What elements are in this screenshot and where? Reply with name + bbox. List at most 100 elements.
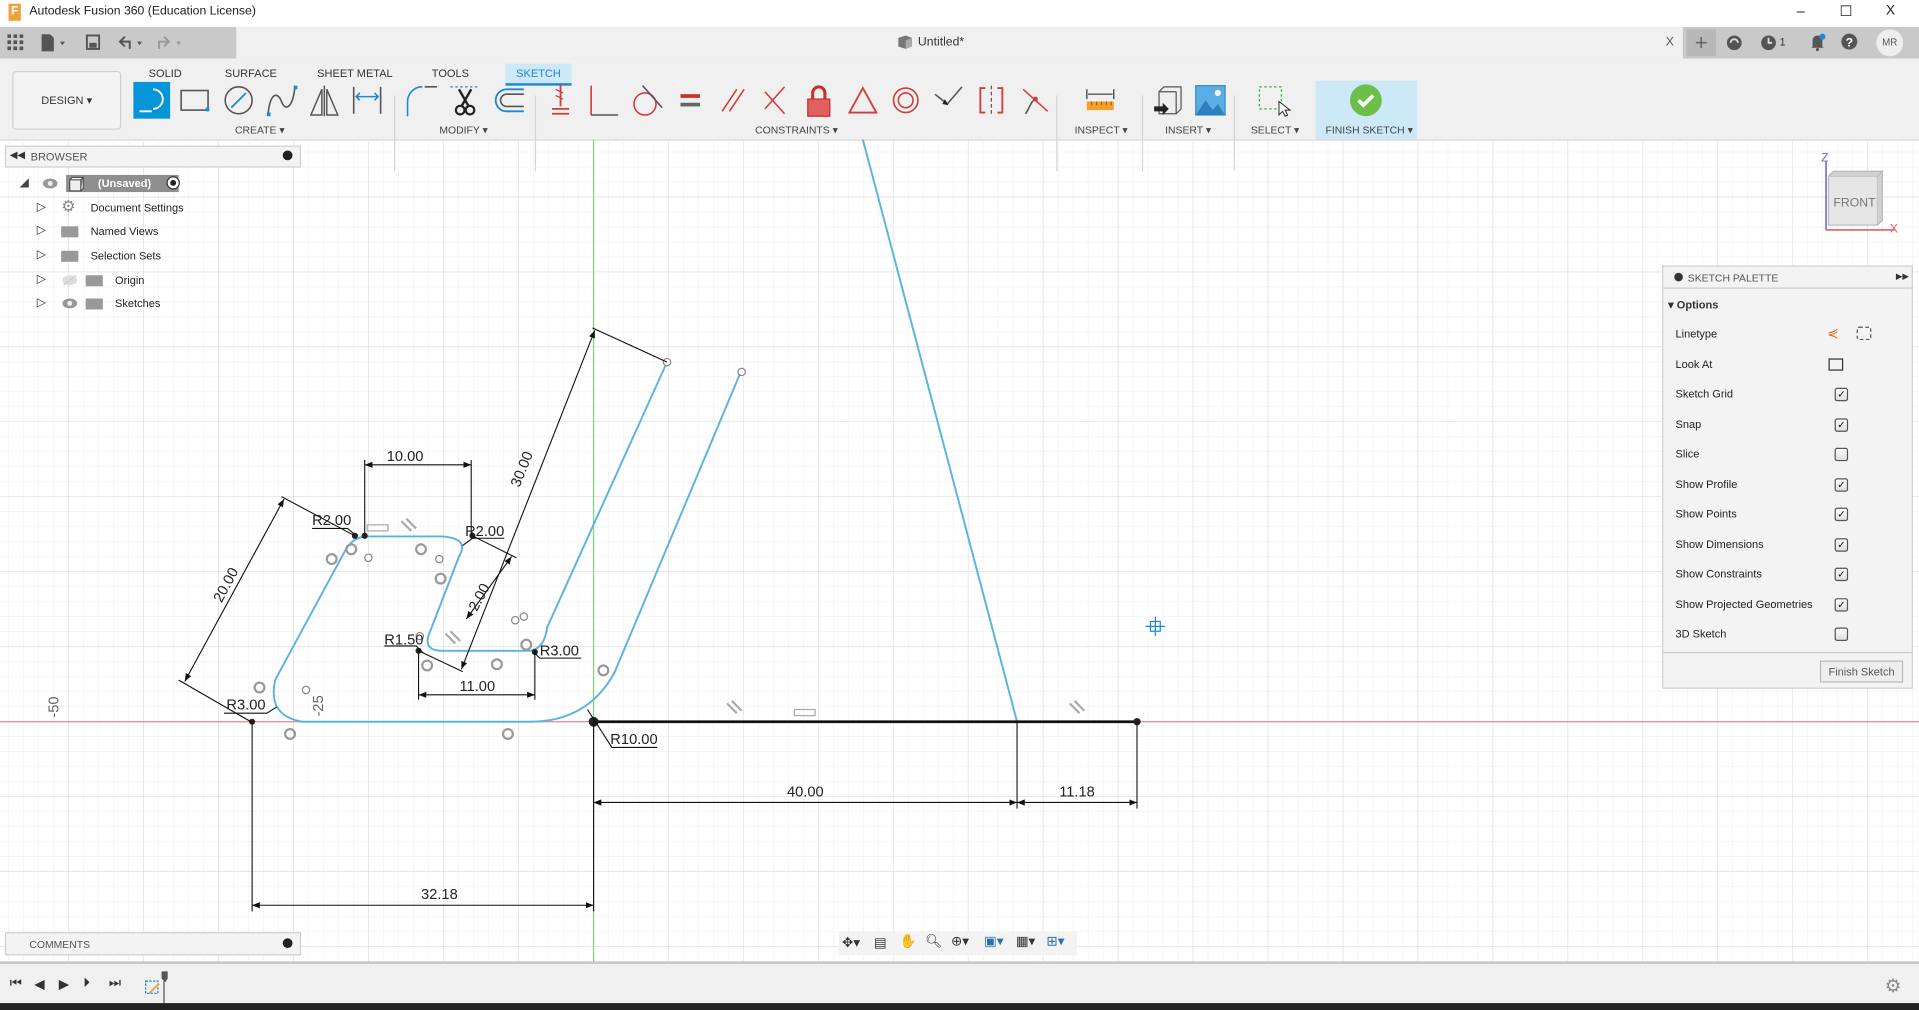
- collapse-triangle-icon[interactable]: ◢: [20, 172, 29, 194]
- spline-tool-button[interactable]: [263, 82, 300, 119]
- constraints-menu[interactable]: CONSTRAINTS ▾: [755, 124, 838, 137]
- help-icon[interactable]: ?: [1841, 33, 1858, 50]
- expand-triangle-icon[interactable]: ▷: [37, 245, 46, 267]
- display-settings-icon[interactable]: ▣▾: [984, 933, 1003, 950]
- tab-tools[interactable]: TOOLS: [426, 64, 475, 84]
- document-tab[interactable]: Untitled* X: [236, 26, 1683, 59]
- checkbox[interactable]: [1834, 447, 1849, 462]
- dimension-label[interactable]: R2.00: [312, 513, 351, 529]
- fit-icon[interactable]: ⊕▾: [951, 933, 969, 950]
- construction-linetype-icon[interactable]: ⋞: [1827, 325, 1838, 342]
- insert-derive-button[interactable]: [1149, 82, 1186, 119]
- pan-icon[interactable]: ✋: [900, 933, 917, 950]
- browser-options-icon[interactable]: [282, 150, 293, 161]
- checkbox[interactable]: [1834, 627, 1849, 642]
- play-button[interactable]: ▶: [59, 976, 69, 992]
- minimize-button[interactable]: –: [1797, 2, 1805, 19]
- dimension-tool-button[interactable]: [349, 82, 386, 119]
- workspace-switcher[interactable]: DESIGN ▾: [12, 70, 122, 130]
- select-tool-button[interactable]: [1254, 82, 1292, 119]
- midpoint-constraint-button[interactable]: [844, 82, 881, 119]
- zoom-icon[interactable]: 🔍︎: [925, 933, 942, 950]
- browser-item-origin[interactable]: ▷ Origin: [37, 269, 233, 291]
- tab-surface[interactable]: SURFACE: [220, 64, 281, 84]
- measure-tool-button[interactable]: [1082, 82, 1119, 119]
- extensions-icon[interactable]: [1726, 34, 1743, 51]
- coincident-point-button[interactable]: [930, 82, 967, 119]
- concentric-constraint-button[interactable]: [887, 82, 924, 119]
- close-tab-button[interactable]: X: [1666, 35, 1674, 48]
- collapse-browser-icon[interactable]: ◀◀: [10, 149, 25, 160]
- dimension-label[interactable]: R10.00: [610, 732, 657, 748]
- eye-hidden-icon[interactable]: [61, 274, 78, 286]
- options-section-toggle[interactable]: ▾ Options: [1668, 298, 1718, 311]
- apps-grid-icon[interactable]: [7, 34, 24, 51]
- collinear-constraint-button[interactable]: [585, 82, 622, 119]
- job-status-icon[interactable]: [1760, 34, 1777, 51]
- checkbox[interactable]: ✓: [1834, 417, 1849, 432]
- dimension-label[interactable]: 32.18: [421, 887, 458, 903]
- activate-radio[interactable]: [166, 176, 180, 190]
- step-forward-button[interactable]: ⏵: [83, 976, 90, 992]
- look-at-icon[interactable]: [1828, 357, 1844, 371]
- expand-triangle-icon[interactable]: ▷: [37, 269, 46, 291]
- checkbox[interactable]: ✓: [1834, 537, 1849, 552]
- view-cube-face-front[interactable]: FRONT: [1833, 197, 1875, 210]
- centerline-linetype-icon[interactable]: [1856, 326, 1872, 341]
- insert-image-button[interactable]: [1192, 82, 1229, 119]
- dimension-label[interactable]: 11.18: [1059, 784, 1095, 800]
- modify-menu[interactable]: MODIFY ▾: [439, 124, 487, 137]
- checkbox[interactable]: ✓: [1834, 477, 1849, 492]
- checkbox[interactable]: ✓: [1834, 387, 1849, 402]
- tab-sheet-metal[interactable]: SHEET METAL: [312, 64, 398, 84]
- go-to-start-button[interactable]: ⏮: [10, 976, 22, 992]
- browser-item-named-views[interactable]: ▷ Named Views: [37, 220, 233, 242]
- inspect-menu[interactable]: INSPECT ▾: [1075, 124, 1128, 137]
- create-menu[interactable]: CREATE ▾: [235, 124, 285, 137]
- dimension-label[interactable]: R1.50: [384, 633, 423, 649]
- maximize-button[interactable]: ☐: [1840, 2, 1853, 19]
- file-menu-icon[interactable]: [40, 33, 69, 53]
- palette-finish-sketch-button[interactable]: Finish Sketch: [1819, 660, 1904, 683]
- parallel-constraint-button[interactable]: [715, 82, 752, 119]
- fix-constraint-button[interactable]: [800, 82, 837, 119]
- browser-root[interactable]: ◢ (Unsaved): [17, 172, 188, 194]
- user-avatar[interactable]: MR: [1876, 29, 1904, 57]
- circle-tool-button[interactable]: [220, 82, 257, 119]
- viewports-icon[interactable]: ⊞▾: [1046, 933, 1064, 950]
- curvature-constraint-button[interactable]: [1016, 82, 1053, 119]
- dimension-label[interactable]: R2.00: [465, 524, 504, 540]
- finish-sketch-button[interactable]: FINISH SKETCH ▾: [1315, 80, 1418, 140]
- notifications-icon[interactable]: [1809, 33, 1826, 52]
- grid-settings-icon[interactable]: ▦▾: [1016, 933, 1035, 950]
- tangent-constraint-button[interactable]: [628, 82, 665, 119]
- dimension-label[interactable]: R3.00: [226, 698, 265, 714]
- go-to-end-button[interactable]: ⏭: [109, 976, 121, 992]
- symmetry-constraint-button[interactable]: [973, 82, 1010, 119]
- dimension-label[interactable]: R3.00: [540, 644, 579, 660]
- fillet-tool-button[interactable]: [403, 82, 440, 119]
- palette-options-icon[interactable]: [1674, 272, 1683, 282]
- sketch-timeline-item-icon[interactable]: [143, 971, 170, 1004]
- undo-icon[interactable]: [117, 34, 149, 51]
- redo-icon[interactable]: [157, 34, 189, 51]
- dimension-label[interactable]: 10.00: [387, 449, 424, 465]
- checkbox[interactable]: ✓: [1834, 567, 1849, 582]
- orbit-icon[interactable]: ✥▾: [842, 935, 860, 951]
- timeline-settings-icon[interactable]: ⚙: [1885, 975, 1901, 997]
- checkbox[interactable]: ✓: [1834, 507, 1849, 522]
- save-icon[interactable]: [85, 34, 101, 50]
- dimension-label[interactable]: 40.00: [787, 784, 824, 800]
- expand-palette-icon[interactable]: ▶▶: [1896, 272, 1909, 282]
- tab-solid[interactable]: SOLID: [141, 64, 190, 84]
- eye-icon[interactable]: [61, 297, 78, 309]
- checkbox[interactable]: ✓: [1834, 597, 1849, 612]
- expand-triangle-icon[interactable]: ▷: [37, 220, 46, 242]
- expand-triangle-icon[interactable]: ▷: [37, 292, 46, 314]
- trim-tool-button[interactable]: [447, 82, 484, 119]
- expand-triangle-icon[interactable]: ▷: [37, 197, 46, 219]
- select-menu[interactable]: SELECT ▾: [1251, 124, 1299, 137]
- look-at-icon[interactable]: ▤: [874, 935, 887, 951]
- browser-item-document-settings[interactable]: ▷ ⚙ Document Settings: [37, 197, 233, 219]
- eye-icon[interactable]: [42, 177, 59, 189]
